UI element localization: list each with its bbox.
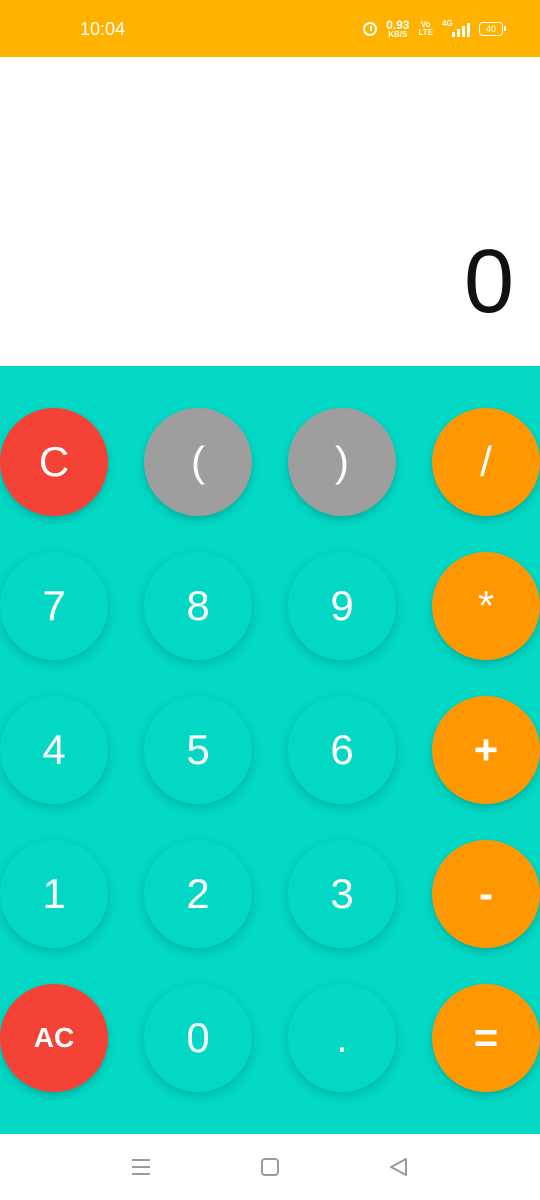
navigation-bar: [0, 1134, 540, 1200]
network-speed: 0.93 KB/S: [386, 19, 409, 39]
status-bar: 10:04 0.93 KB/S Vo LTE 4G 40: [0, 0, 540, 57]
equals-button[interactable]: =: [432, 984, 540, 1092]
status-icons: 0.93 KB/S Vo LTE 4G 40: [363, 0, 506, 57]
plus-button[interactable]: +: [432, 696, 540, 804]
multiply-button[interactable]: *: [432, 552, 540, 660]
display-value: 0: [463, 232, 514, 332]
alarm-icon: [363, 21, 378, 36]
network-speed-unit: KB/S: [388, 29, 408, 39]
digit-2-button[interactable]: 2: [144, 840, 252, 948]
digit-8-button[interactable]: 8: [144, 552, 252, 660]
minus-button[interactable]: -: [432, 840, 540, 948]
close-paren-button[interactable]: ): [288, 408, 396, 516]
digit-5-button[interactable]: 5: [144, 696, 252, 804]
digit-0-button[interactable]: 0: [144, 984, 252, 1092]
calculator-display: 0: [0, 57, 540, 366]
digit-1-button[interactable]: 1: [0, 840, 108, 948]
clear-button[interactable]: C: [0, 408, 108, 516]
digit-6-button[interactable]: 6: [288, 696, 396, 804]
menu-icon[interactable]: [130, 1156, 152, 1178]
battery-level: 40: [479, 21, 503, 36]
all-clear-button[interactable]: AC: [0, 984, 108, 1092]
signal-bar: [462, 25, 465, 37]
signal-icon: 4G: [442, 18, 470, 37]
network-type: 4G: [442, 18, 453, 28]
signal-bar: [452, 31, 455, 37]
status-time: 10:04: [80, 18, 126, 39]
battery-tip: [504, 26, 506, 31]
digit-9-button[interactable]: 9: [288, 552, 396, 660]
battery-icon: 40: [479, 21, 506, 36]
volte-icon: Vo LTE: [418, 20, 433, 37]
digit-7-button[interactable]: 7: [0, 552, 108, 660]
home-icon[interactable]: [259, 1156, 281, 1178]
digit-3-button[interactable]: 3: [288, 840, 396, 948]
signal-bar: [457, 28, 460, 37]
digit-4-button[interactable]: 4: [0, 696, 108, 804]
back-icon[interactable]: [387, 1156, 409, 1178]
open-paren-button[interactable]: (: [144, 408, 252, 516]
keypad: C ( ) / 7 8 9 * 4 5 6 + 1 2 3 - AC 0 . =: [0, 366, 540, 1134]
volte-bottom: LTE: [418, 27, 433, 37]
divide-button[interactable]: /: [432, 408, 540, 516]
decimal-button[interactable]: .: [288, 984, 396, 1092]
network-speed-value: 0.93: [386, 17, 410, 32]
signal-bar: [467, 22, 470, 37]
